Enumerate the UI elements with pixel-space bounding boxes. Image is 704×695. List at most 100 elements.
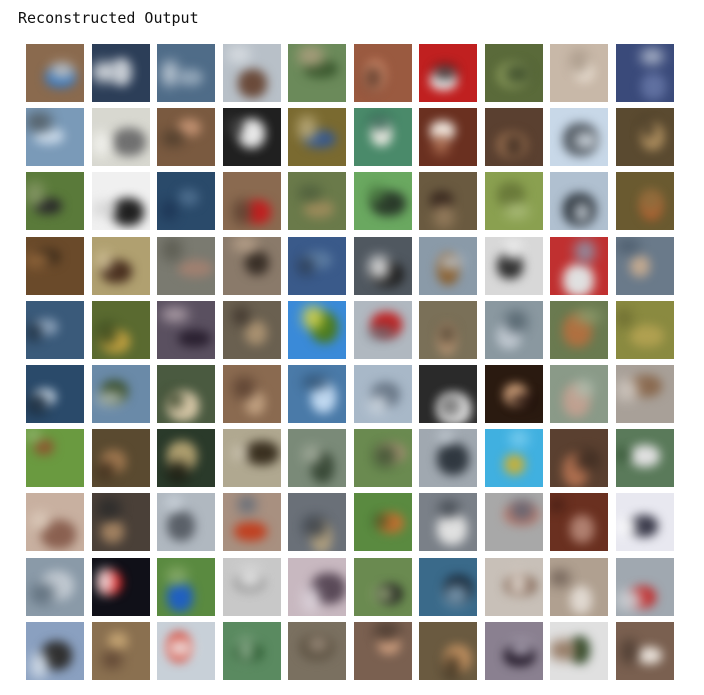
reconstruction-tile: [223, 108, 281, 166]
output-title: Reconstructed Output: [18, 9, 199, 27]
reconstruction-tile: [288, 108, 346, 166]
reconstruction-tile: [485, 108, 543, 166]
reconstruction-tile: [354, 172, 412, 230]
reconstruction-tile: [419, 493, 477, 551]
reconstruction-tile: [616, 429, 674, 487]
reconstruction-tile: [354, 365, 412, 423]
reconstruction-tile: [419, 429, 477, 487]
reconstruction-tile: [616, 172, 674, 230]
reconstruction-tile: [485, 365, 543, 423]
reconstruction-tile: [354, 237, 412, 295]
reconstruction-tile: [223, 237, 281, 295]
reconstruction-tile: [26, 108, 84, 166]
reconstruction-tile: [157, 237, 215, 295]
reconstruction-tile: [485, 558, 543, 616]
reconstruction-tile: [92, 429, 150, 487]
reconstruction-tile: [550, 172, 608, 230]
reconstruction-tile: [485, 172, 543, 230]
reconstruction-tile: [550, 493, 608, 551]
reconstruction-tile: [288, 365, 346, 423]
reconstruction-tile: [550, 558, 608, 616]
reconstruction-tile: [157, 172, 215, 230]
reconstruction-tile: [288, 301, 346, 359]
reconstruction-tile: [92, 365, 150, 423]
reconstruction-tile: [288, 237, 346, 295]
reconstruction-tile: [550, 301, 608, 359]
reconstruction-tile: [616, 558, 674, 616]
reconstruction-tile: [550, 237, 608, 295]
reconstruction-tile: [354, 301, 412, 359]
reconstruction-tile: [26, 558, 84, 616]
reconstruction-tile: [92, 622, 150, 680]
reconstruction-tile: [419, 301, 477, 359]
reconstruction-tile: [354, 558, 412, 616]
reconstruction-tile: [223, 429, 281, 487]
reconstruction-tile: [550, 108, 608, 166]
reconstruction-tile: [354, 108, 412, 166]
reconstruction-tile: [354, 622, 412, 680]
reconstruction-tile: [26, 172, 84, 230]
reconstruction-tile: [26, 237, 84, 295]
reconstruction-tile: [92, 493, 150, 551]
reconstruction-tile: [92, 44, 150, 102]
reconstruction-tile: [92, 108, 150, 166]
reconstruction-tile: [288, 172, 346, 230]
reconstruction-tile: [485, 429, 543, 487]
reconstruction-tile: [26, 301, 84, 359]
reconstruction-tile: [419, 237, 477, 295]
reconstruction-tile: [354, 493, 412, 551]
reconstruction-tile: [26, 622, 84, 680]
reconstruction-tile: [92, 558, 150, 616]
reconstruction-tile: [616, 493, 674, 551]
reconstruction-tile: [288, 493, 346, 551]
reconstruction-tile: [419, 622, 477, 680]
reconstruction-tile: [616, 301, 674, 359]
reconstruction-tile: [354, 429, 412, 487]
reconstruction-tile: [26, 44, 84, 102]
reconstruction-tile: [550, 365, 608, 423]
reconstruction-tile: [92, 172, 150, 230]
reconstruction-tile: [616, 237, 674, 295]
reconstruction-tile: [157, 493, 215, 551]
reconstruction-tile: [157, 44, 215, 102]
reconstruction-tile: [26, 429, 84, 487]
reconstruction-tile: [223, 365, 281, 423]
reconstruction-tile: [485, 237, 543, 295]
reconstruction-tile: [616, 108, 674, 166]
reconstruction-tile: [485, 622, 543, 680]
reconstruction-tile: [485, 44, 543, 102]
reconstruction-tile: [419, 365, 477, 423]
reconstruction-tile: [419, 558, 477, 616]
reconstruction-tile: [485, 301, 543, 359]
reconstruction-tile: [223, 558, 281, 616]
reconstruction-tile: [616, 44, 674, 102]
reconstruction-tile: [157, 622, 215, 680]
reconstruction-tile: [223, 622, 281, 680]
reconstruction-tile: [419, 172, 477, 230]
reconstruction-tile: [223, 44, 281, 102]
reconstruction-tile: [157, 108, 215, 166]
reconstruction-tile: [550, 622, 608, 680]
reconstruction-tile: [288, 622, 346, 680]
reconstruction-tile: [616, 622, 674, 680]
reconstruction-tile: [157, 558, 215, 616]
reconstruction-tile: [616, 365, 674, 423]
reconstruction-tile: [92, 301, 150, 359]
reconstruction-tile: [26, 493, 84, 551]
reconstruction-tile: [288, 429, 346, 487]
reconstruction-tile: [92, 237, 150, 295]
reconstruction-tile: [26, 365, 84, 423]
reconstruction-tile: [419, 108, 477, 166]
reconstruction-tile: [223, 172, 281, 230]
reconstruction-tile: [419, 44, 477, 102]
reconstruction-tile: [223, 301, 281, 359]
reconstruction-tile: [157, 301, 215, 359]
reconstruction-tile: [550, 44, 608, 102]
reconstruction-tile: [157, 365, 215, 423]
reconstruction-tile: [288, 558, 346, 616]
reconstruction-tile: [354, 44, 412, 102]
reconstruction-tile: [223, 493, 281, 551]
reconstruction-tile: [550, 429, 608, 487]
reconstruction-tile: [485, 493, 543, 551]
reconstruction-tile: [157, 429, 215, 487]
